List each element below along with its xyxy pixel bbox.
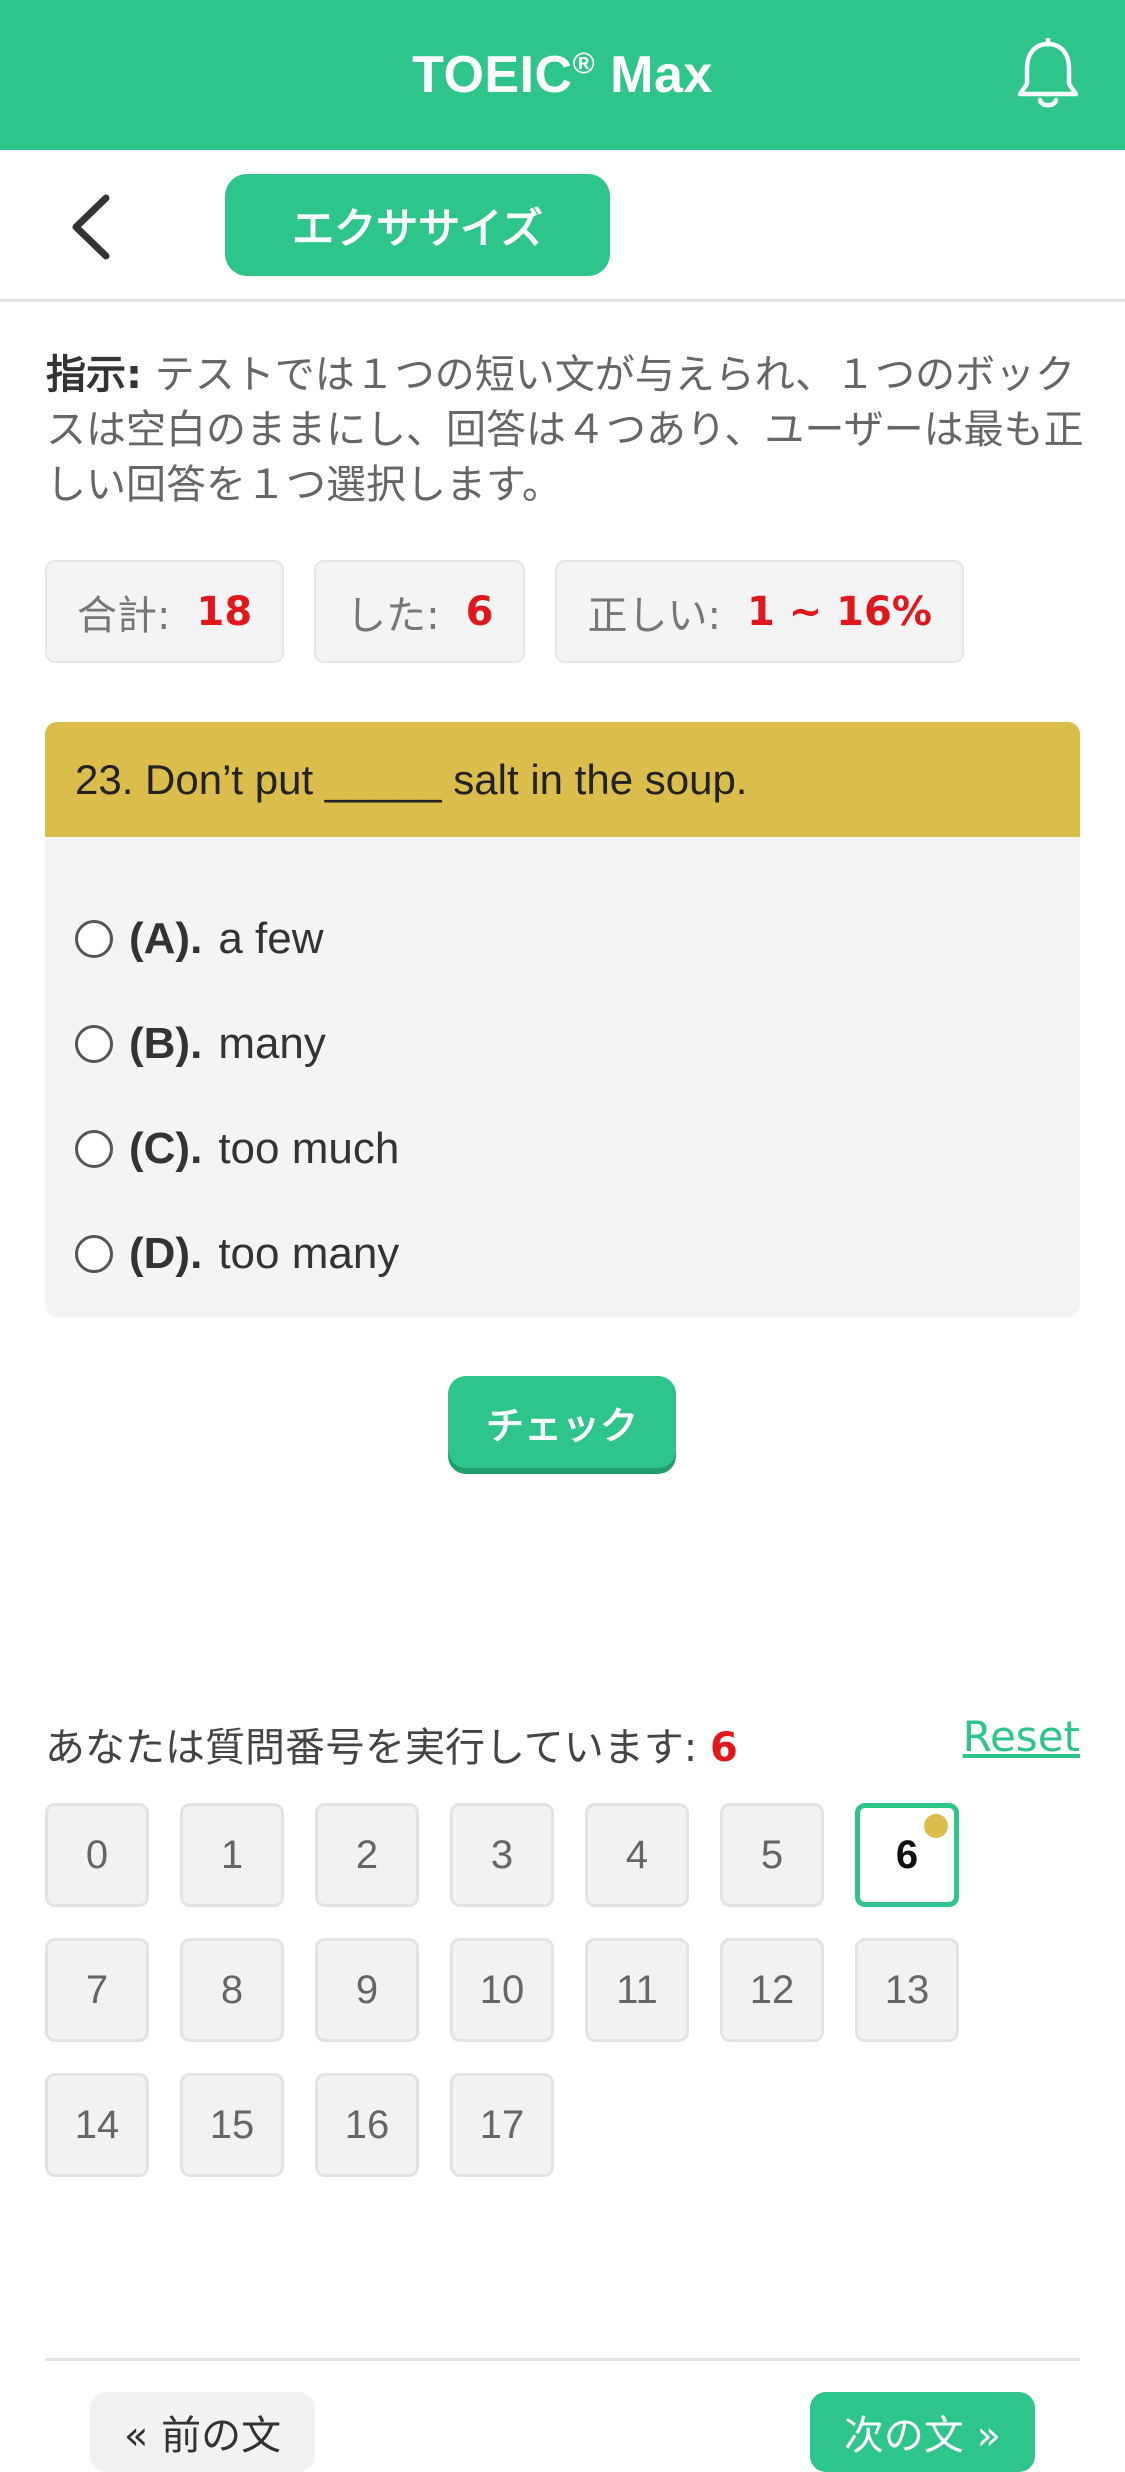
question-number-button[interactable]: 6 bbox=[855, 1803, 959, 1907]
next-sentence-button[interactable]: 次の文 » bbox=[810, 2392, 1035, 2472]
question-number-button[interactable]: 9 bbox=[315, 1938, 419, 2042]
question-number-button[interactable]: 13 bbox=[855, 1938, 959, 2042]
option-c[interactable]: (C). too much bbox=[75, 1119, 399, 1179]
current-marker-dot bbox=[924, 1814, 948, 1838]
question-number-button[interactable]: 14 bbox=[45, 2073, 149, 2177]
question-number-button[interactable]: 17 bbox=[450, 2073, 554, 2177]
question-text: 23. Don’t put _____ salt in the soup. bbox=[45, 722, 1080, 837]
stats-row: 合計: 18 した: 6 正しい: 1 ~ 16% bbox=[45, 560, 964, 663]
question-number-button[interactable]: 15 bbox=[180, 2073, 284, 2177]
stat-correct: 正しい: 1 ~ 16% bbox=[555, 560, 964, 663]
reset-link[interactable]: Reset bbox=[963, 1712, 1080, 1761]
question-number-button[interactable]: 4 bbox=[585, 1803, 689, 1907]
option-a[interactable]: (A). a few bbox=[75, 909, 323, 969]
question-number-grid: 0 1 2 3 4 5 6 7 8 9 10 11 12 13 14 15 16 17 bbox=[45, 1803, 1045, 2177]
question-number-button[interactable]: 1 bbox=[180, 1803, 284, 1907]
current-question-number: 6 bbox=[710, 1725, 738, 1771]
question-number-button[interactable]: 10 bbox=[450, 1938, 554, 2042]
stat-total: 合計: 18 bbox=[45, 560, 285, 663]
question-number-button[interactable]: 0 bbox=[45, 1803, 149, 1907]
radio-button[interactable] bbox=[75, 1025, 113, 1063]
sub-header: エクササイズ bbox=[0, 150, 1125, 302]
stat-done-value: 6 bbox=[465, 588, 494, 635]
question-number-button[interactable]: 3 bbox=[450, 1803, 554, 1907]
question-number-button[interactable]: 12 bbox=[720, 1938, 824, 2042]
app-header: TOEIC® Max bbox=[0, 0, 1125, 150]
prev-sentence-button[interactable]: « 前の文 bbox=[90, 2392, 315, 2472]
radio-button[interactable] bbox=[75, 1130, 113, 1168]
question-number-button[interactable]: 11 bbox=[585, 1938, 689, 2042]
question-number-button[interactable]: 8 bbox=[180, 1938, 284, 2042]
radio-button[interactable] bbox=[75, 920, 113, 958]
question-number-button[interactable]: 2 bbox=[315, 1803, 419, 1907]
radio-button[interactable] bbox=[75, 1235, 113, 1273]
tab-exercise[interactable]: エクササイズ bbox=[225, 174, 610, 276]
instructions-label: 指示: bbox=[46, 352, 142, 398]
check-button[interactable]: チェック bbox=[448, 1376, 676, 1468]
instructions-text: テストでは１つの短い文が与えられ、１つのボックスは空白のままにし、回答は４つあり… bbox=[46, 352, 1084, 508]
divider bbox=[45, 2358, 1080, 2361]
bell-icon[interactable] bbox=[1013, 38, 1083, 112]
chevron-left-icon[interactable] bbox=[62, 192, 120, 262]
option-d[interactable]: (D). too many bbox=[75, 1224, 399, 1284]
stat-total-value: 18 bbox=[196, 588, 253, 635]
app-title: TOEIC® Max bbox=[412, 46, 713, 104]
stat-correct-value: 1 ~ 16% bbox=[746, 588, 932, 635]
progress-status: あなたは質問番号を実行しています: 6 bbox=[45, 1725, 738, 1771]
options-panel: (A). a few (B). many (C). too much (D). … bbox=[45, 837, 1080, 1317]
stat-done: した: 6 bbox=[314, 560, 526, 663]
instructions: 指示: テストでは１つの短い文が与えられ、１つのボックスは空白のままにし、回答は… bbox=[46, 348, 1086, 513]
question-number-button[interactable]: 7 bbox=[45, 1938, 149, 2042]
option-b[interactable]: (B). many bbox=[75, 1014, 326, 1074]
question-number-button[interactable]: 16 bbox=[315, 2073, 419, 2177]
question-number-button[interactable]: 5 bbox=[720, 1803, 824, 1907]
